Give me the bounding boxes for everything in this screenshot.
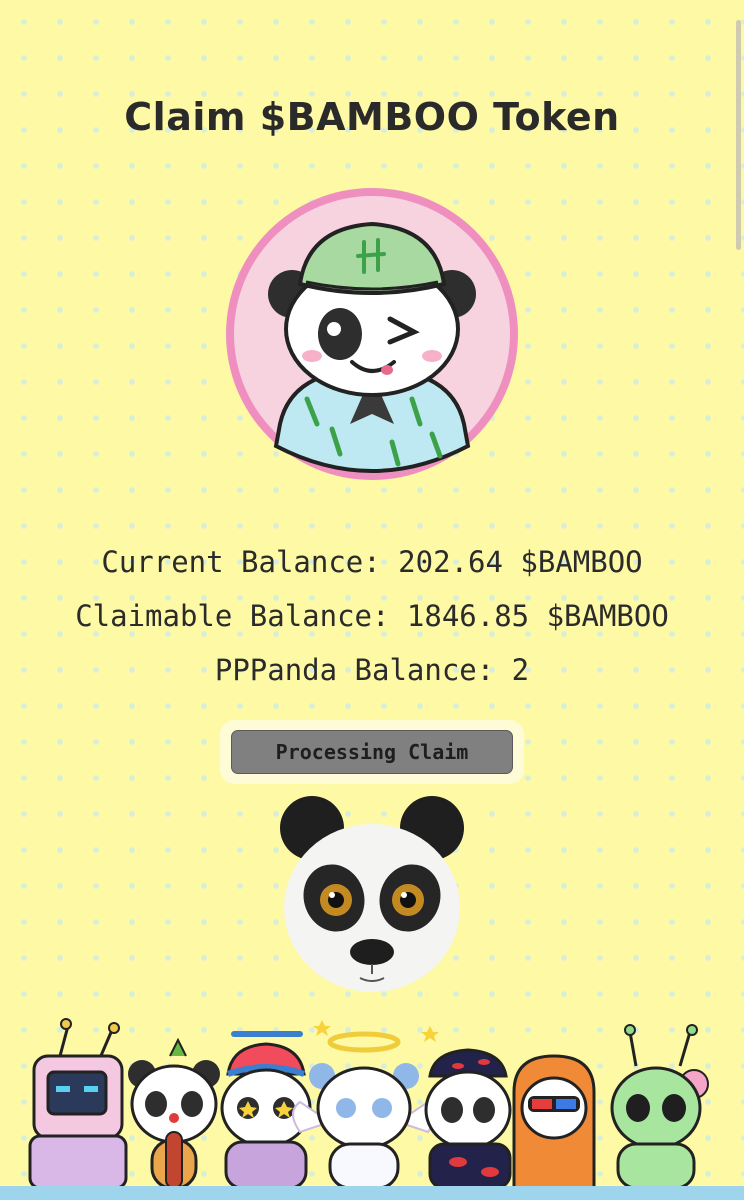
pppanda-balance: PPPanda Balance: 2 [214,653,530,687]
page-title: Claim $BAMBOO Token [124,95,620,140]
claimable-balance: Claimable Balance: 1846.85 $BAMBOO [75,599,669,633]
current-balance: Current Balance: 202.64 $BAMBOO [101,545,643,579]
balance-panel: Current Balance: 202.64 $BAMBOO Claimabl… [0,540,744,702]
panda-head-image [272,788,472,998]
panda-crew-illustration [0,1012,744,1190]
processing-claim-button[interactable]: Processing Claim [231,730,513,774]
footer-bar [0,1186,744,1200]
scrollbar[interactable] [736,20,741,250]
avatar-panda-nft [222,184,522,484]
